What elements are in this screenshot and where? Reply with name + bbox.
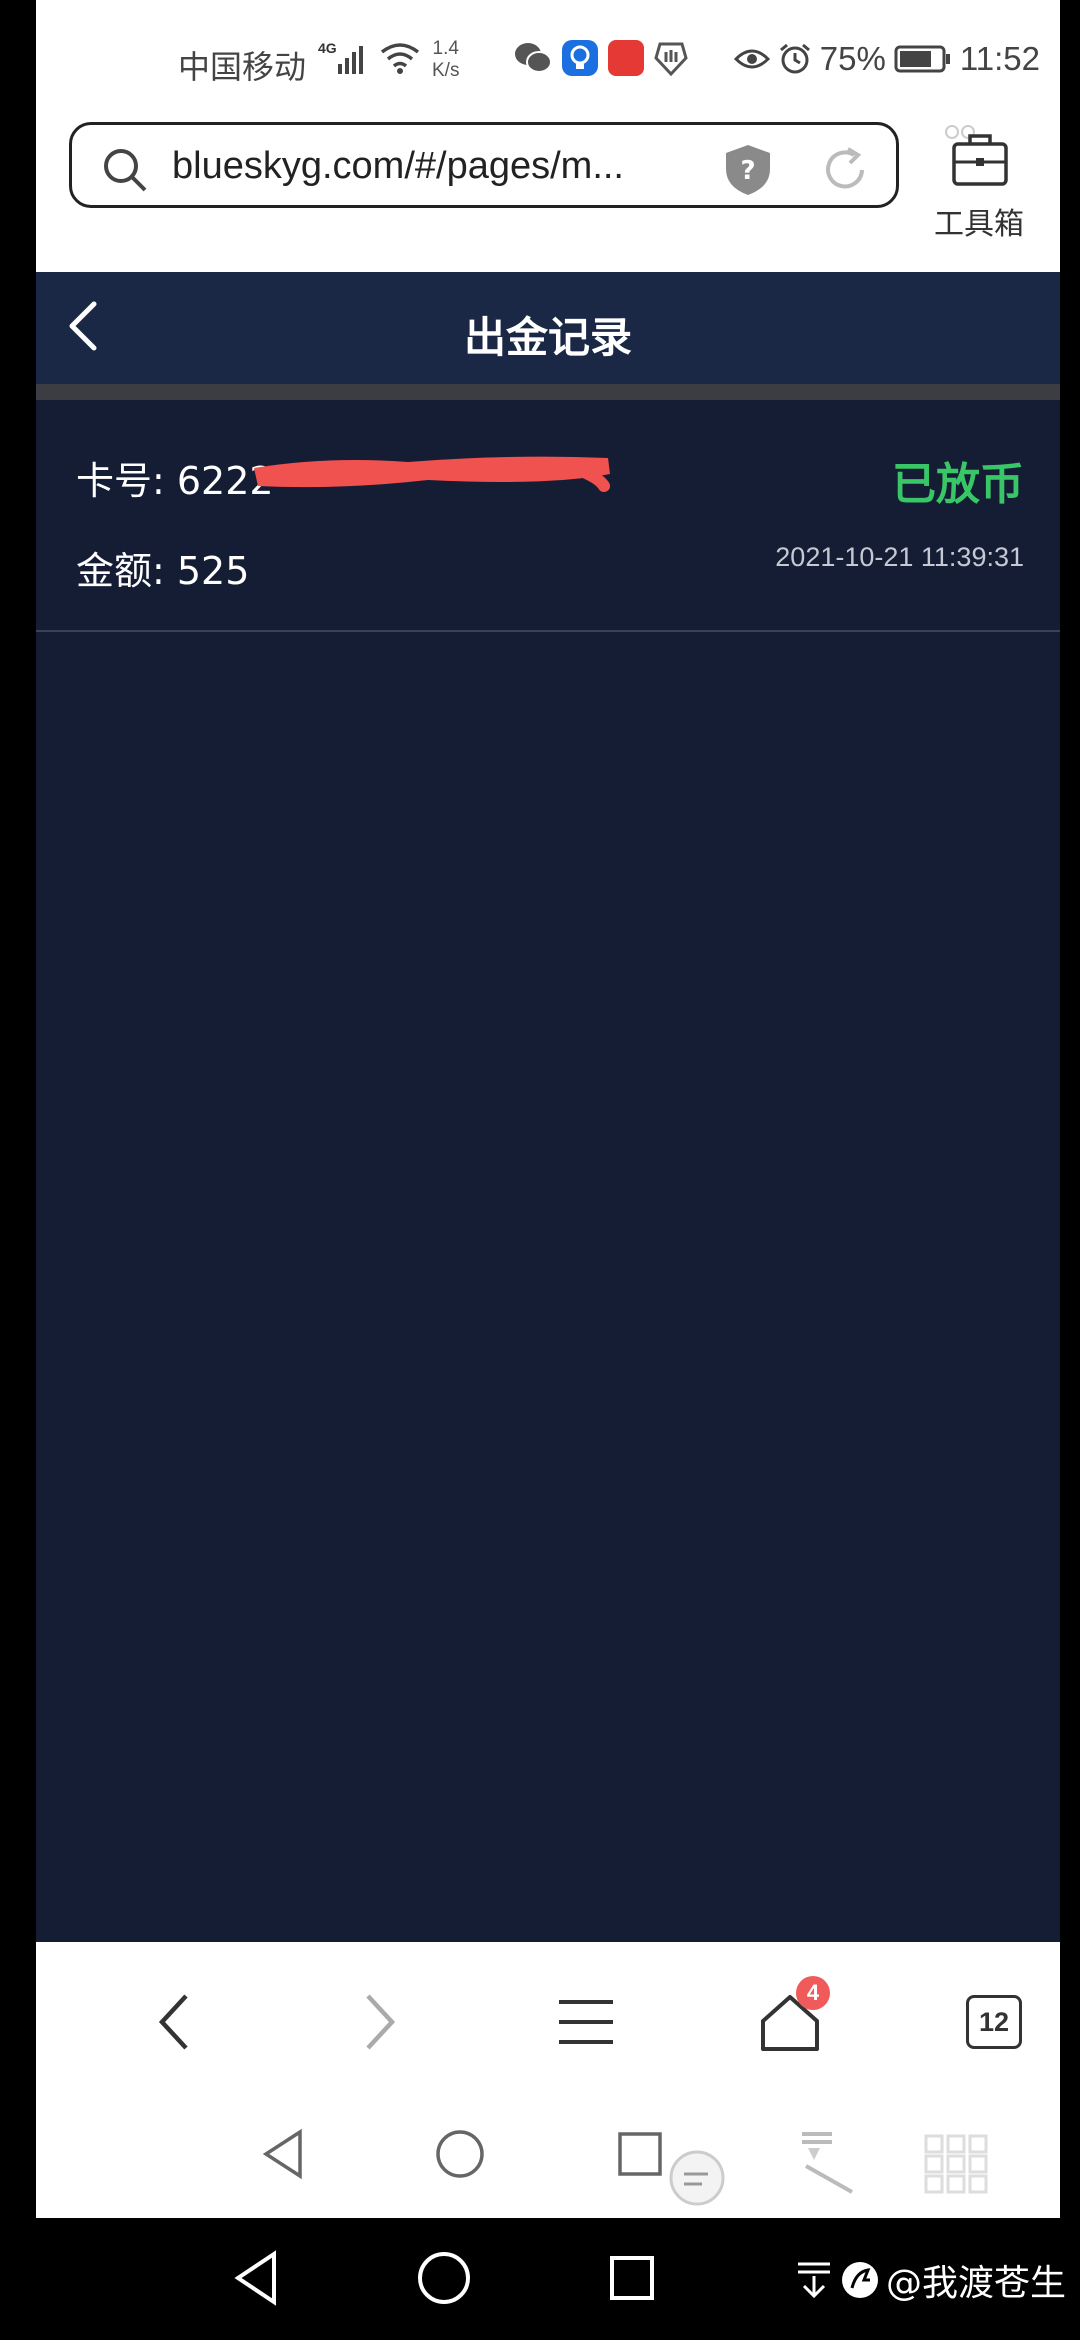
status-right: 75% 11:52 — [733, 40, 1040, 78]
system-back-icon[interactable] — [228, 2248, 284, 2308]
chevron-right-icon — [366, 1994, 396, 2050]
wifi-icon — [380, 43, 420, 74]
app-header: 出金记录 — [36, 272, 1060, 384]
tab-count: 12 — [966, 1995, 1022, 2049]
search-icon — [104, 149, 147, 192]
browser-forward-button[interactable] — [340, 1982, 420, 2062]
page-title: 出金记录 — [463, 313, 632, 362]
home-badge: 4 — [796, 1976, 830, 2010]
card-number: 卡号: 6222 — [76, 459, 274, 503]
network-speed: 1.4 K/s — [432, 38, 459, 82]
speed-value: 1.4 — [432, 38, 459, 59]
status-badge: 已放币 — [892, 459, 1024, 510]
phone-screen: 中国移动 4G 1.4 K/s 75% 11:52 blueskyg.com/#… — [36, 0, 1060, 2218]
network-type: 4G — [318, 40, 337, 56]
system-recent-icon[interactable] — [604, 2248, 660, 2308]
chevron-left-icon — [158, 1994, 188, 2050]
record-timestamp: 2021-10-21 11:39:31 — [775, 542, 1024, 572]
inner-nav-bar — [36, 2098, 1060, 2218]
toolbox-label: 工具箱 — [934, 207, 1024, 242]
browser-tabs-button[interactable]: 12 — [954, 1982, 1034, 2062]
url-text: blueskyg.com/#/pages/m... — [172, 145, 624, 187]
watermark-text: @我渡苍生 — [885, 2263, 1066, 2304]
alarm-icon — [779, 43, 810, 74]
speed-unit: K/s — [432, 60, 460, 81]
toolbox-button[interactable]: 工具箱 — [914, 124, 1044, 243]
magic-wand-icon[interactable] — [792, 2126, 862, 2196]
eye-icon — [733, 49, 770, 69]
carrier-name: 中国移动 — [178, 48, 307, 86]
weibo-logo-icon — [841, 2262, 878, 2298]
system-home-icon[interactable] — [414, 2248, 474, 2308]
redaction-scribble — [254, 456, 610, 492]
browser-address-bar: blueskyg.com/#/pages/m... ? 工具箱 — [36, 116, 1060, 272]
bulb-app-icon — [562, 40, 598, 76]
system-nav-bar: @我渡苍生 — [0, 2218, 1080, 2340]
status-bar: 中国移动 4G 1.4 K/s 75% 11:52 — [36, 0, 1060, 116]
svg-text:?: ? — [740, 156, 755, 186]
download-icon — [797, 2262, 830, 2299]
hand-icon — [654, 42, 688, 76]
security-shield-icon[interactable]: ? — [720, 141, 776, 197]
battery-icon — [894, 45, 950, 73]
wechat-icon — [515, 43, 552, 73]
grid-icon[interactable] — [924, 2134, 988, 2194]
browser-home-button[interactable]: 4 — [750, 1976, 830, 2062]
battery-percent: 75% — [819, 40, 886, 77]
watermark: @我渡苍生 — [794, 2254, 1066, 2306]
browser-back-button[interactable] — [134, 1982, 214, 2062]
nav-recent-icon[interactable] — [612, 2126, 668, 2182]
signal-icon — [338, 46, 363, 74]
withdrawal-list: 卡号: 6222 金额: 525 已放币 2021-10-21 11:39:31 — [36, 400, 1060, 1942]
browser-menu-button[interactable] — [546, 1982, 626, 2062]
amount: 金额: 525 — [76, 549, 250, 593]
withdrawal-record[interactable]: 卡号: 6222 金额: 525 已放币 2021-10-21 11:39:31 — [36, 400, 1060, 632]
menu-icon — [559, 2000, 613, 2044]
notification-icons — [514, 40, 688, 76]
url-field[interactable]: blueskyg.com/#/pages/m... ? — [69, 122, 899, 208]
nav-home-icon[interactable] — [432, 2126, 488, 2182]
nav-back-icon[interactable] — [256, 2126, 312, 2182]
refresh-icon[interactable] — [818, 143, 872, 197]
browser-toolbar: 4 12 — [36, 1942, 1060, 2098]
red-app-icon — [608, 40, 644, 76]
floating-note-icon[interactable] — [664, 2148, 730, 2208]
clock-time: 11:52 — [959, 40, 1040, 77]
toolbox-icon — [945, 125, 1008, 186]
header-divider — [36, 384, 1060, 400]
